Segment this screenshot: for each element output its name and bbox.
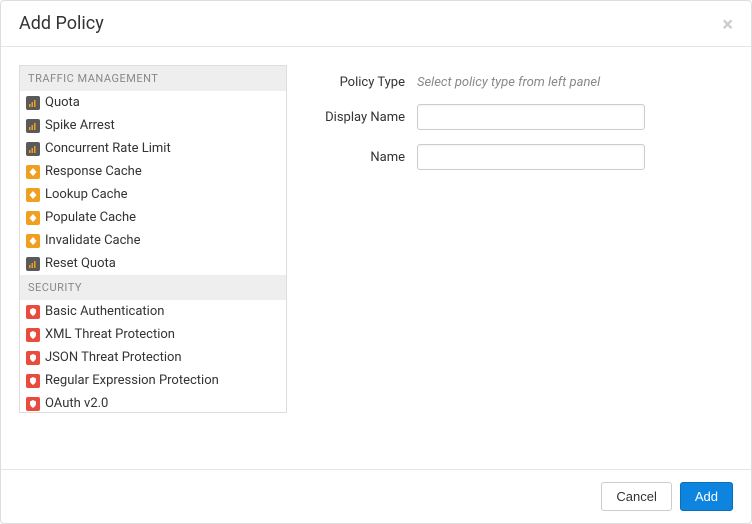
policy-item-label: Regular Expression Protection: [45, 373, 219, 388]
security-icon: [26, 305, 40, 319]
policy-item[interactable]: Invalidate Cache: [20, 229, 286, 252]
policy-item[interactable]: Lookup Cache: [20, 183, 286, 206]
policy-item-label: Spike Arrest: [45, 118, 115, 133]
policy-item[interactable]: Spike Arrest: [20, 114, 286, 137]
quota-icon: [26, 257, 40, 271]
policy-item-label: Concurrent Rate Limit: [45, 141, 171, 156]
policy-item-label: Invalidate Cache: [45, 233, 140, 248]
policy-item[interactable]: Basic Authentication: [20, 300, 286, 323]
policy-item-label: Quota: [45, 95, 80, 110]
cache-icon: [26, 234, 40, 248]
name-input[interactable]: [417, 144, 645, 170]
policy-list-panel[interactable]: TRAFFIC MANAGEMENT Quota Spike Arrest Concu…: [19, 65, 287, 413]
policy-item-label: Basic Authentication: [45, 304, 164, 319]
policy-item[interactable]: Quota: [20, 91, 286, 114]
policy-item[interactable]: Concurrent Rate Limit: [20, 137, 286, 160]
close-icon[interactable]: ×: [722, 14, 733, 34]
security-icon: [26, 397, 40, 411]
quota-icon: [26, 142, 40, 156]
dialog-title: Add Policy: [19, 13, 104, 34]
policy-item[interactable]: XML Threat Protection: [20, 323, 286, 346]
category-header: SECURITY: [20, 275, 286, 300]
security-icon: [26, 328, 40, 342]
cancel-button[interactable]: Cancel: [601, 482, 671, 511]
policy-item-label: Response Cache: [45, 164, 142, 179]
policy-item[interactable]: OAuth v2.0: [20, 392, 286, 413]
display-name-row: Display Name: [301, 104, 713, 130]
quota-icon: [26, 119, 40, 133]
cache-icon: [26, 211, 40, 225]
policy-type-row: Policy Type Select policy type from left…: [301, 75, 713, 90]
name-label: Name: [301, 150, 417, 165]
quota-icon: [26, 96, 40, 110]
security-icon: [26, 374, 40, 388]
cache-icon: [26, 188, 40, 202]
policy-type-value: Select policy type from left panel: [417, 75, 600, 90]
dialog-header: Add Policy ×: [1, 1, 751, 47]
policy-item[interactable]: Reset Quota: [20, 252, 286, 275]
dialog-body: TRAFFIC MANAGEMENT Quota Spike Arrest Concu…: [1, 47, 751, 469]
policy-item[interactable]: Response Cache: [20, 160, 286, 183]
category-header: TRAFFIC MANAGEMENT: [20, 66, 286, 91]
policy-item[interactable]: Populate Cache: [20, 206, 286, 229]
display-name-label: Display Name: [301, 110, 417, 125]
policy-item-label: OAuth v2.0: [45, 396, 108, 411]
security-icon: [26, 351, 40, 365]
policy-item-label: Populate Cache: [45, 210, 136, 225]
policy-item-label: XML Threat Protection: [45, 327, 175, 342]
policy-type-label: Policy Type: [301, 75, 417, 90]
name-row: Name: [301, 144, 713, 170]
policy-item-label: Reset Quota: [45, 256, 116, 271]
policy-item-label: JSON Threat Protection: [45, 350, 182, 365]
add-button[interactable]: Add: [680, 482, 733, 511]
policy-item-label: Lookup Cache: [45, 187, 128, 202]
display-name-input[interactable]: [417, 104, 645, 130]
policy-item[interactable]: Regular Expression Protection: [20, 369, 286, 392]
cache-icon: [26, 165, 40, 179]
dialog-footer: Cancel Add: [1, 469, 751, 523]
policy-item[interactable]: JSON Threat Protection: [20, 346, 286, 369]
form-panel: Policy Type Select policy type from left…: [301, 65, 733, 451]
